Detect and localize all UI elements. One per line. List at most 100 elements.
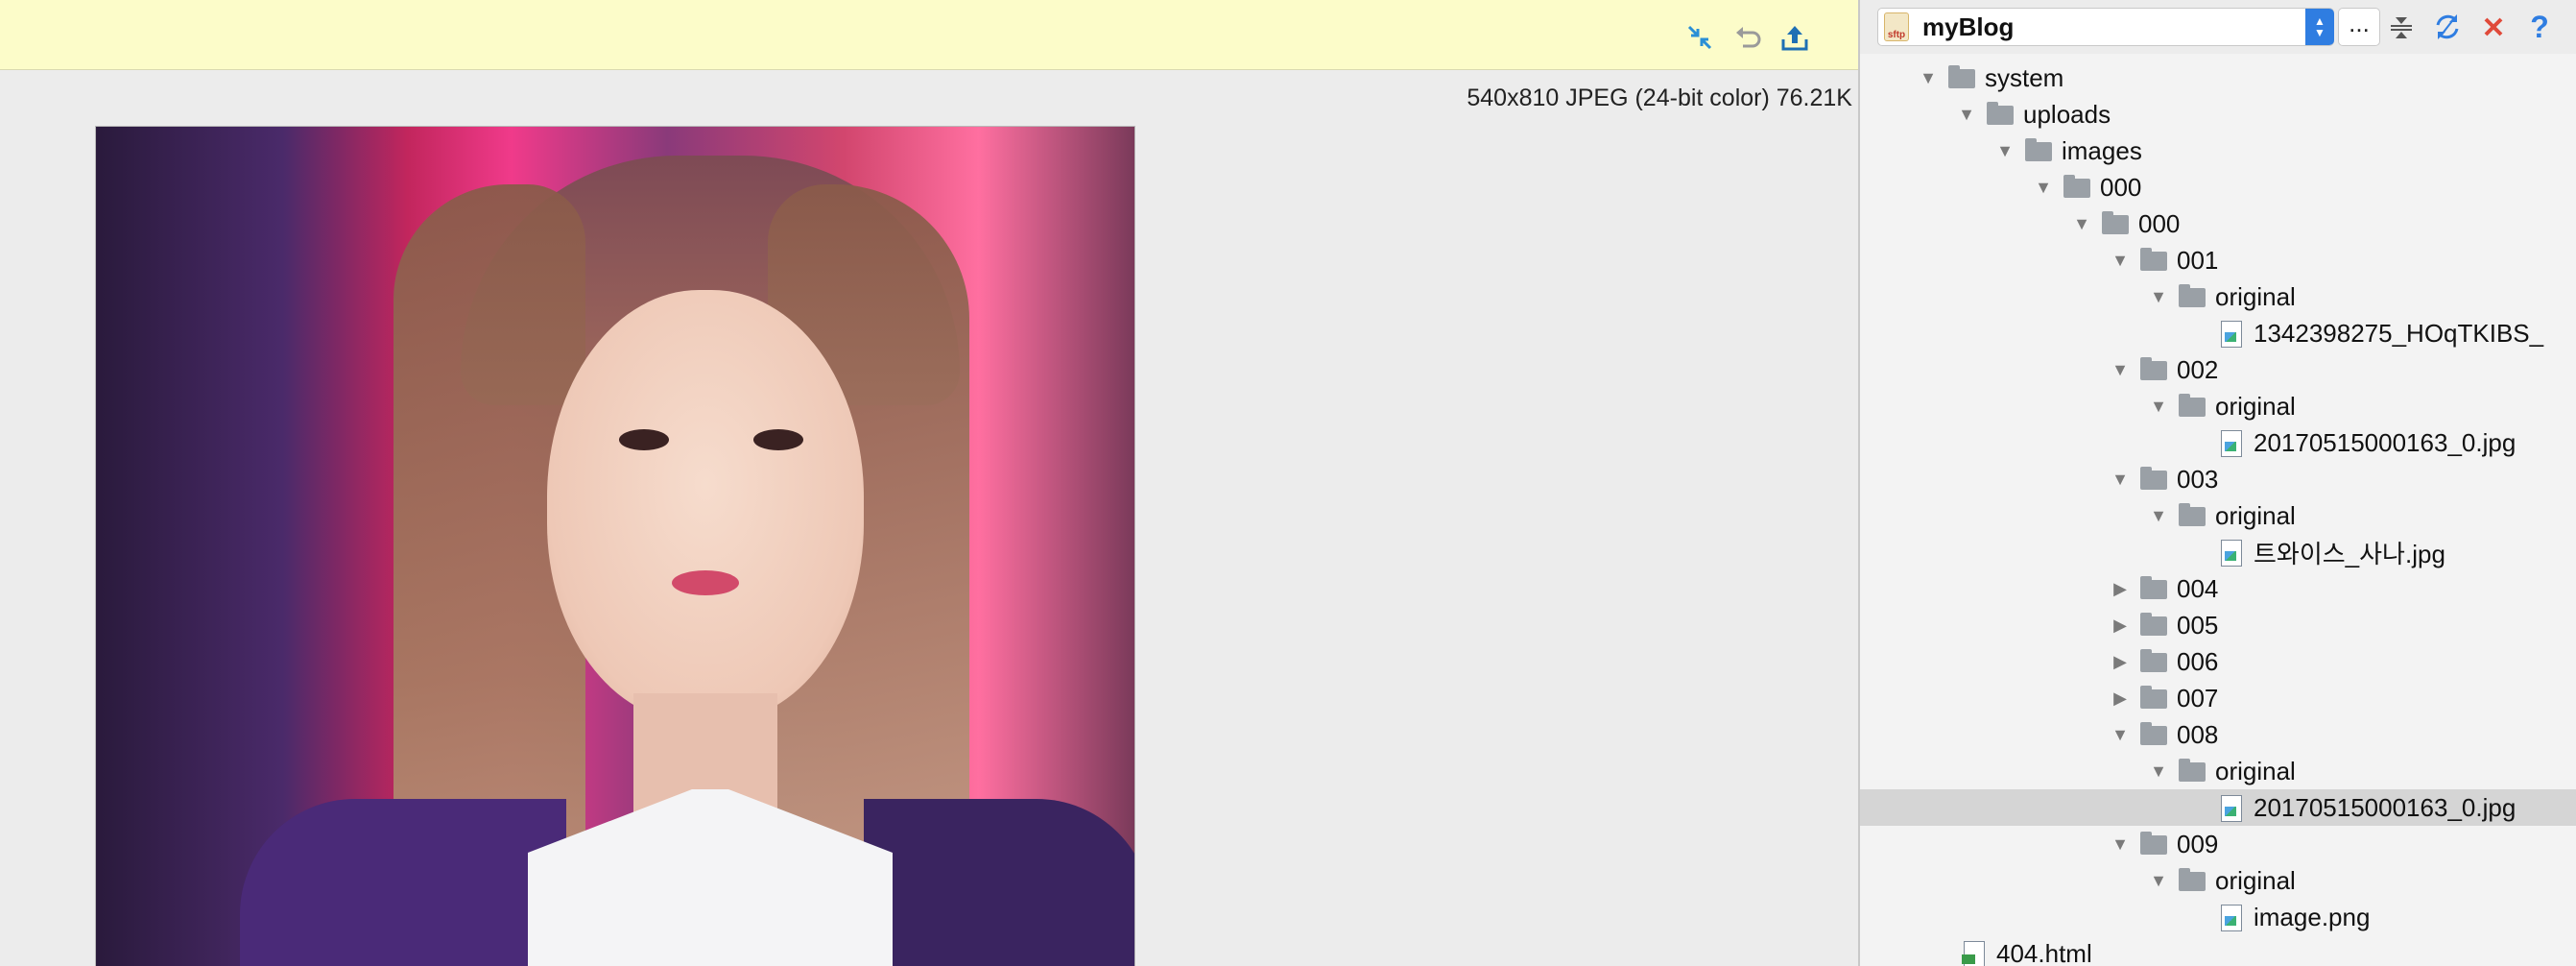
upload-icon[interactable] — [1778, 21, 1811, 54]
connection-name: myBlog — [1922, 12, 2015, 41]
tree-row-label: 404.html — [1996, 938, 2092, 966]
folder-icon — [2063, 175, 2090, 200]
tree-row-label: 004 — [2177, 573, 2219, 603]
collapse-arrows-icon[interactable] — [1683, 21, 1716, 54]
tree-file-row[interactable]: image.png — [1860, 899, 2576, 935]
tree-row-label: 20170515000163_0.jpg — [2254, 792, 2516, 822]
tree-folder-row[interactable]: ▶ 005 — [1860, 607, 2576, 643]
folder-icon — [2140, 357, 2167, 382]
expand-triangle-icon[interactable]: ▼ — [2110, 359, 2131, 380]
tree-folder-row[interactable]: ▼ original — [1860, 497, 2576, 534]
expand-triangle-icon[interactable]: ▼ — [2148, 505, 2169, 526]
sftp-badge-icon: sftp — [1884, 12, 1909, 41]
tree-row-label: 001 — [2177, 245, 2219, 275]
expand-triangle-icon[interactable]: ▼ — [2148, 396, 2169, 417]
tree-row-label: 000 — [2100, 172, 2142, 202]
collapsed-triangle-icon[interactable]: ▶ — [2110, 651, 2131, 672]
sftp-pane: sftp myBlog ▲ ▼ ... ? ▼ system ▼ uploads ▼ ima… — [1860, 0, 2576, 966]
expand-triangle-icon[interactable]: ▼ — [2071, 213, 2092, 234]
folder-icon — [2179, 394, 2206, 419]
tree-row-label: 006 — [2177, 646, 2219, 676]
folder-icon — [2179, 503, 2206, 528]
image-info-label: 540x810 JPEG (24-bit color) 76.21K — [1467, 85, 1852, 111]
folder-icon — [2140, 686, 2167, 711]
expand-triangle-icon[interactable]: ▼ — [1994, 140, 2015, 161]
folder-icon — [2140, 649, 2167, 674]
tree-folder-row[interactable]: ▼ 001 — [1860, 242, 2576, 278]
tree-folder-row[interactable]: ▶ 006 — [1860, 643, 2576, 680]
image-viewer-pane: 540x810 JPEG (24-bit color) 76.21K — [0, 0, 1858, 966]
tree-folder-row[interactable]: ▼ 000 — [1860, 169, 2576, 205]
sync-icon[interactable] — [2430, 10, 2465, 44]
tree-row-label: uploads — [2023, 99, 2111, 129]
tree-folder-row[interactable]: ▶ 004 — [1860, 570, 2576, 607]
folder-icon — [2140, 722, 2167, 747]
expand-triangle-icon[interactable]: ▼ — [1956, 104, 1977, 125]
collapsed-triangle-icon[interactable]: ▶ — [2110, 688, 2131, 709]
collapsed-triangle-icon[interactable]: ▶ — [2110, 578, 2131, 599]
image-file-icon — [2217, 795, 2244, 822]
folder-icon — [2140, 613, 2167, 638]
more-button[interactable]: ... — [2338, 8, 2380, 46]
tree-folder-row[interactable]: ▼ original — [1860, 753, 2576, 789]
tree-folder-row[interactable]: ▶ 007 — [1860, 680, 2576, 716]
expand-triangle-icon[interactable]: ▼ — [2110, 469, 2131, 490]
tree-row-label: original — [2215, 391, 2296, 421]
chevron-updown-icon: ▲ ▼ — [2305, 9, 2334, 45]
folder-icon — [2179, 759, 2206, 784]
tree-file-row[interactable]: 20170515000163_0.jpg — [1860, 424, 2576, 461]
folder-icon — [2025, 138, 2052, 163]
expand-triangle-icon[interactable]: ▼ — [2110, 724, 2131, 745]
image-file-icon — [2217, 905, 2244, 931]
tree-folder-row[interactable]: ▼ 008 — [1860, 716, 2576, 753]
close-icon[interactable] — [2476, 10, 2511, 44]
tree-file-row[interactable]: 트와이스_사나.jpg — [1860, 534, 2576, 570]
image-file-icon — [2217, 321, 2244, 348]
tree-folder-row[interactable]: ▼ system — [1860, 60, 2576, 96]
tree-folder-row[interactable]: ▼ images — [1860, 133, 2576, 169]
image-file-icon — [2217, 540, 2244, 567]
tree-file-row[interactable]: 404.html — [1860, 935, 2576, 966]
tree-row-label: original — [2215, 756, 2296, 785]
expand-triangle-icon[interactable]: ▼ — [2148, 870, 2169, 891]
tree-folder-row[interactable]: ▼ 002 — [1860, 351, 2576, 388]
folder-icon — [2140, 248, 2167, 273]
collapse-all-icon[interactable] — [2384, 10, 2419, 44]
tree-row-label: 008 — [2177, 719, 2219, 749]
tree-row-label: 002 — [2177, 354, 2219, 384]
html-file-icon — [1960, 941, 1987, 966]
tree-file-row[interactable]: 20170515000163_0.jpg — [1860, 789, 2576, 826]
tree-row-label: 20170515000163_0.jpg — [2254, 427, 2516, 457]
tree-folder-row[interactable]: ▼ 009 — [1860, 826, 2576, 862]
folder-icon — [1948, 65, 1975, 90]
image-preview — [95, 126, 1135, 966]
expand-triangle-icon[interactable]: ▼ — [1918, 67, 1939, 88]
tree-row-label: original — [2215, 865, 2296, 895]
folder-icon — [2179, 284, 2206, 309]
folder-icon — [2140, 576, 2167, 601]
connection-select[interactable]: sftp myBlog ▲ ▼ — [1877, 8, 2334, 46]
tree-row-label: images — [2062, 135, 2142, 165]
folder-icon — [2140, 832, 2167, 857]
tree-folder-row[interactable]: ▼ 000 — [1860, 205, 2576, 242]
expand-triangle-icon[interactable]: ▼ — [2148, 286, 2169, 307]
tree-row-label: 003 — [2177, 464, 2219, 494]
undo-icon[interactable] — [1731, 21, 1764, 54]
help-icon[interactable]: ? — [2522, 10, 2557, 44]
tree-folder-row[interactable]: ▼ original — [1860, 862, 2576, 899]
tree-folder-row[interactable]: ▼ original — [1860, 388, 2576, 424]
tree-row-label: 005 — [2177, 610, 2219, 640]
tree-row-label: original — [2215, 281, 2296, 311]
tree-folder-row[interactable]: ▼ uploads — [1860, 96, 2576, 133]
sftp-toolbar: sftp myBlog ▲ ▼ ... ? — [1860, 0, 2576, 54]
collapsed-triangle-icon[interactable]: ▶ — [2110, 615, 2131, 636]
tree-row-label: 007 — [2177, 683, 2219, 712]
expand-triangle-icon[interactable]: ▼ — [2110, 250, 2131, 271]
tree-row-label: 000 — [2138, 208, 2181, 238]
expand-triangle-icon[interactable]: ▼ — [2110, 833, 2131, 855]
tree-folder-row[interactable]: ▼ original — [1860, 278, 2576, 315]
tree-folder-row[interactable]: ▼ 003 — [1860, 461, 2576, 497]
expand-triangle-icon[interactable]: ▼ — [2148, 761, 2169, 782]
tree-file-row[interactable]: 1342398275_HOqTKIBS_ — [1860, 315, 2576, 351]
expand-triangle-icon[interactable]: ▼ — [2033, 177, 2054, 198]
